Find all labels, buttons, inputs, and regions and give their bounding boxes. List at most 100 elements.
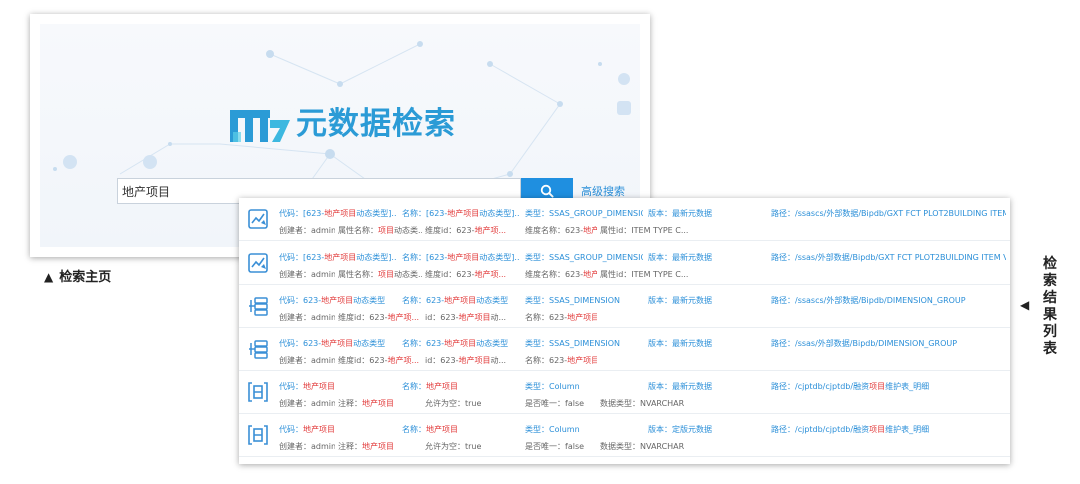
triangle-up-icon: ▲: [44, 270, 54, 284]
result-list-caption-text: 检索结果列表: [1043, 256, 1057, 357]
field-text: 类型：SSAS_DIMENSION: [525, 296, 621, 305]
result-code[interactable]: 代码：[623-地产项目动态类型]..[...: [279, 209, 397, 219]
field-text: 名称：623-: [402, 296, 445, 305]
dimension-group-icon: [248, 253, 268, 273]
result-attribute: 创建者：admin: [279, 313, 335, 323]
field-text: 代码：: [279, 425, 303, 434]
result-name[interactable]: 名称：地产项目: [402, 382, 520, 392]
result-path[interactable]: 路径：/ssas/外部数据/Bipdb/GXT FCT PLOT2BUILDIN…: [771, 253, 1006, 263]
search-icon: [540, 184, 554, 198]
field-text: 类型：Column: [525, 425, 580, 434]
field-text: 维护表_明细: [885, 382, 930, 391]
advanced-search-link[interactable]: 高级搜索: [581, 183, 625, 199]
result-row[interactable]: 代码：623-地产项目动态类型 名称：623-地产项目动态类型 类型：SSAS_DI…: [239, 285, 1010, 328]
result-attribute: 名称：623-地产项目...: [525, 313, 597, 323]
result-row[interactable]: 代码：地产项目 名称：地产项目 类型：Column 版本：最新元数据 路径：/cjptd…: [239, 371, 1010, 414]
result-name[interactable]: 名称：623-地产项目动态类型: [402, 296, 520, 306]
field-text: 维度名称：623-: [525, 226, 584, 235]
result-type[interactable]: 类型：Column: [525, 382, 643, 392]
result-type[interactable]: 类型：Column: [525, 425, 643, 435]
field-text: 名称：[623-: [402, 253, 448, 262]
result-path[interactable]: 路径：/ssas/外部数据/Bipdb/DIMENSION_GROUP: [771, 339, 1006, 349]
result-attribute: 数据类型：NVARCHAR: [600, 399, 700, 409]
field-text: 创建者：admin: [279, 226, 335, 235]
result-name[interactable]: 名称：地产项目: [402, 425, 520, 435]
result-type[interactable]: 类型：SSAS_DIMENSION: [525, 296, 643, 306]
result-code[interactable]: 代码：地产项目: [279, 425, 397, 435]
field-text: 版本：定版元数据: [648, 425, 712, 434]
keyword-highlight: 地产项目: [447, 253, 480, 262]
result-path[interactable]: 路径：/ssascs/外部数据/Bipdb/DIMENSION_GROUP: [771, 296, 1006, 306]
keyword-highlight: 地产项目: [303, 382, 335, 391]
result-name[interactable]: 名称：[623-地产项目动态类型]..[...: [402, 209, 520, 219]
field-text: 路径：/cjptdb/cjptdb/融资: [771, 425, 870, 434]
result-attribute: 维度id：623-地产项...: [338, 313, 422, 323]
field-text: 类型：Column: [525, 382, 580, 391]
field-text: 路径：/cjptdb/cjptdb/融资: [771, 382, 870, 391]
field-text: 动态类型: [353, 296, 386, 305]
result-row[interactable]: 代码：[623-地产项目动态类型]..[...名称：[623-地产项目动态类型]…: [239, 198, 1010, 241]
field-text: 版本：最新元数据: [648, 382, 712, 391]
result-path[interactable]: 路径：/cjptdb/cjptdb/融资项目维护表_明细: [771, 425, 1006, 435]
result-version[interactable]: 版本：最新元数据: [648, 253, 766, 263]
result-path[interactable]: 路径：/ssascs/外部数据/Bipdb/GXT FCT PLOT2BUILD…: [771, 209, 1006, 219]
field-text: 类型：SSAS_DIMENSION: [525, 339, 621, 348]
result-code[interactable]: 代码：623-地产项目动态类型: [279, 339, 397, 349]
field-text: 路径：/ssascs/外部数据/Bipdb/DIMENSION_GROUP: [771, 296, 966, 305]
keyword-highlight: 地产项...: [474, 270, 507, 279]
result-version[interactable]: 版本：定版元数据: [648, 425, 766, 435]
field-text: 版本：最新元数据: [648, 296, 712, 305]
result-name[interactable]: 名称：[623-地产项目动态类型]..[...: [402, 253, 520, 263]
result-code[interactable]: 代码：地产项目: [279, 382, 397, 392]
field-text: 版本：最新元数据: [648, 209, 712, 218]
field-text: 路径：/ssas/外部数据/Bipdb/DIMENSION_GROUP: [771, 339, 958, 348]
keyword-highlight: 地产项目: [444, 339, 477, 348]
field-text: 代码：623-: [279, 296, 322, 305]
result-code[interactable]: 代码：[623-地产项目动态类型]..[...: [279, 253, 397, 263]
result-type[interactable]: 类型：SSAS_GROUP_DIMENSION: [525, 253, 643, 263]
result-version[interactable]: 版本：最新元数据: [648, 209, 766, 219]
field-text: 动态类型]..[...: [479, 209, 520, 218]
result-attribute: 数据类型：NVARCHAR: [600, 442, 700, 452]
result-type[interactable]: 类型：SSAS_DIMENSION: [525, 339, 643, 349]
result-version[interactable]: 版本：最新元数据: [648, 382, 766, 392]
result-row[interactable]: 代码：[623-地产项目动态类型]..[... 名称：[623-地产项目动态类型]…: [239, 242, 1010, 285]
field-text: 维度id：623-: [425, 270, 475, 279]
result-attribute: 注释：地产项目: [338, 442, 422, 452]
field-text: 名称：623-: [525, 356, 568, 365]
field-text: 创建者：admin: [279, 313, 335, 322]
field-text: 动态类型: [476, 296, 509, 305]
keyword-highlight: 项目: [378, 270, 394, 279]
keyword-highlight: 地产项目: [567, 313, 597, 322]
result-attribute: 属性id：ITEM TYPE C...: [600, 226, 700, 236]
result-version[interactable]: 版本：最新元数据: [648, 339, 766, 349]
field-text: 代码：[623-: [279, 209, 325, 218]
field-text: 代码：: [279, 382, 303, 391]
result-attribute: 维度id：623-地产项...: [338, 356, 422, 366]
field-text: 代码：[623-: [279, 253, 325, 262]
result-attribute: 创建者：admin: [279, 442, 335, 452]
field-text: 是否唯一：false: [525, 399, 585, 408]
field-text: 动态类型: [476, 339, 509, 348]
keyword-highlight: 地产项目: [324, 209, 357, 218]
result-type[interactable]: 类型：SSAS_GROUP_DIMENSION: [525, 209, 643, 219]
result-path[interactable]: 路径：/cjptdb/cjptdb/融资项目维护表_明细: [771, 382, 1006, 392]
field-text: id：623-: [425, 313, 459, 322]
field-text: 允许为空：true: [425, 399, 482, 408]
app-logo: 元数据检索: [230, 104, 470, 148]
field-text: 维度id：623-: [425, 226, 475, 235]
triangle-left-icon: ◀: [1020, 298, 1030, 312]
field-text: 属性id：ITEM TYPE C...: [600, 226, 689, 235]
result-version[interactable]: 版本：最新元数据: [648, 296, 766, 306]
result-row[interactable]: 代码：地产项目 名称：地产项目 类型：Column 版本：定版元数据 路径：/cjptd…: [239, 414, 1010, 457]
keyword-highlight: 地产项目: [362, 399, 394, 408]
result-row[interactable]: 代码：623-地产项目动态类型 名称：623-地产项目动态类型 类型：SSAS_DI…: [239, 328, 1010, 371]
result-name[interactable]: 名称：623-地产项目动态类型: [402, 339, 520, 349]
field-text: 维护表_明细: [885, 425, 930, 434]
result-attribute: 允许为空：true: [425, 399, 521, 409]
result-attribute: 创建者：admin: [279, 226, 335, 236]
result-code[interactable]: 代码：623-地产项目动态类型: [279, 296, 397, 306]
result-attribute: id：623-地产项目动...: [425, 356, 521, 366]
field-text: 注释：: [338, 399, 362, 408]
result-list-caption: ◀ 检索结果列表: [1020, 256, 1070, 366]
